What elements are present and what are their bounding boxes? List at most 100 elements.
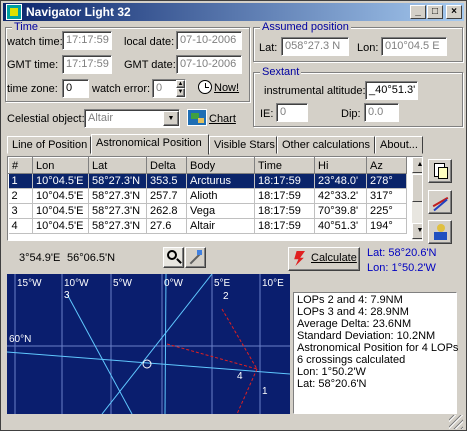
copy-report-button[interactable] <box>428 159 452 183</box>
gmt-time-field[interactable]: 17:17:59 <box>62 55 112 74</box>
col-time[interactable]: Time <box>254 157 315 174</box>
watch-error-value: 0 <box>156 82 163 94</box>
wizard-button[interactable] <box>428 220 452 244</box>
tab-line-of-position[interactable]: Line of Position <box>7 136 91 154</box>
cell: 225° <box>366 203 407 219</box>
result-lon: Lon: 1°50.2'W <box>367 262 436 274</box>
lat-label-60n: 60°N <box>9 334 31 345</box>
cell: 58°27.3'N <box>88 173 147 189</box>
result-line: Standard Deviation: 10.2NM <box>297 330 436 342</box>
close-button[interactable]: × <box>446 5 462 19</box>
lon-label-10w: 10°W <box>64 278 89 289</box>
tab-about[interactable]: About... <box>375 136 423 154</box>
watch-error-up-button[interactable]: ▲ <box>176 80 185 88</box>
cell: 262.8 <box>146 203 187 219</box>
lop-number-2: 2 <box>223 291 229 302</box>
minimize-button[interactable]: _ <box>410 5 426 19</box>
cell: Arcturus <box>186 173 255 189</box>
lop-3 <box>66 293 133 414</box>
result-line: LOPs 2 and 4: 7.9NM <box>297 294 403 306</box>
now-button[interactable]: Now! <box>214 82 239 94</box>
clock-icon[interactable] <box>198 80 212 94</box>
cursor-lat-readout: 56°06.5'N <box>67 252 116 264</box>
tab-visible-stars[interactable]: Visible Stars <box>209 136 277 154</box>
result-line: LOPs 3 and 4: 28.9NM <box>297 306 409 318</box>
map-grid <box>7 274 290 414</box>
zoom-button[interactable] <box>163 247 184 268</box>
position-marker <box>142 359 152 369</box>
table-row[interactable]: 1 10°04.5'E 58°27.3'N 353.5 Arcturus 18:… <box>8 173 407 189</box>
title-bar[interactable]: Navigator Light 32 _ □ × <box>3 3 464 21</box>
local-date-field[interactable]: 07-10-2006 <box>176 31 242 50</box>
table-row[interactable]: 4 10°04.5'E 58°27.3'N 27.6 Altair 18:17:… <box>8 218 407 234</box>
lop-number-3: 3 <box>64 290 70 301</box>
ie-field[interactable]: 0 <box>276 103 308 122</box>
col-delta[interactable]: Delta <box>146 157 187 174</box>
resize-grip[interactable] <box>449 415 463 429</box>
lop-4 <box>164 274 167 414</box>
results-text[interactable]: LOPs 2 and 4: 7.9NM LOPs 3 and 4: 28.9NM… <box>293 292 459 414</box>
lop-table[interactable]: # Lon Lat Delta Body Time Hi Az 1 10°04.… <box>7 156 423 241</box>
gmt-date-field[interactable]: 07-10-2006 <box>176 55 242 74</box>
result-line: Average Delta: 23.6NM <box>297 318 412 330</box>
maximize-button[interactable]: □ <box>427 5 443 19</box>
assumed-position-title: Assumed position <box>260 21 351 33</box>
cell: 3 <box>8 203 33 219</box>
altitude-label: instrumental altitude: <box>264 85 366 97</box>
watch-error-down-button[interactable]: ▼ <box>176 88 185 97</box>
dip-field[interactable]: 0.0 <box>364 103 399 122</box>
tab-astronomical-position[interactable]: Astronomical Position <box>91 134 209 155</box>
lines-of-position <box>7 274 290 414</box>
table-header-row: # Lon Lat Delta Body Time Hi Az <box>8 157 407 174</box>
time-zone-label: time zone: <box>7 83 58 95</box>
col-lat[interactable]: Lat <box>88 157 147 174</box>
col-az[interactable]: Az <box>366 157 407 174</box>
calculate-label: Calculate <box>311 252 357 264</box>
watch-time-field[interactable]: 17:17:59 <box>62 31 112 50</box>
lon-label-0w: 0°W <box>164 278 184 289</box>
cell: 23°48.0' <box>314 173 367 189</box>
measure-button[interactable] <box>185 247 206 268</box>
app-window: Navigator Light 32 _ □ × Time watch time… <box>0 0 467 431</box>
table-row[interactable]: 3 10°04.5'E 58°27.3'N 262.8 Vega 18:17:5… <box>8 203 407 219</box>
time-zone-field[interactable]: 0 <box>62 79 89 98</box>
plot-map[interactable]: 15°W 10°W 5°W 0°W 5°E 10°E 60°N 1 2 3 4 <box>7 274 290 414</box>
result-lat: Lat: 58°20.6'N <box>367 247 437 259</box>
table-scrollbar[interactable]: ▲ ▼ <box>412 157 422 240</box>
result-line: 6 crossings calculated <box>297 354 406 366</box>
lon-label-5e: 5°E <box>214 278 231 289</box>
altitude-field[interactable]: _40°51.3' <box>365 81 418 100</box>
col-number[interactable]: # <box>8 157 33 174</box>
ie-label: IE: <box>260 108 274 120</box>
wizard-icon <box>437 224 445 232</box>
cell: 4 <box>8 218 33 234</box>
col-body[interactable]: Body <box>186 157 255 174</box>
cell: 2 <box>8 188 33 204</box>
local-date-label: local date: <box>124 36 175 48</box>
lop-number-4: 4 <box>237 371 243 382</box>
chevron-down-icon[interactable]: ▼ <box>163 111 179 126</box>
col-hi[interactable]: Hi <box>314 157 367 174</box>
plot-lines-button[interactable] <box>428 190 452 214</box>
tab-other-calculations[interactable]: Other calculations <box>277 136 375 154</box>
col-lon[interactable]: Lon <box>32 157 89 174</box>
cell: 10°04.5'E <box>32 218 89 234</box>
cell: 42°33.2' <box>314 188 367 204</box>
cell: Altair <box>186 218 255 234</box>
calculate-button[interactable]: Calculate <box>288 247 360 271</box>
chart-map-icon[interactable] <box>187 109 207 126</box>
gmt-time-label: GMT time: <box>7 59 59 71</box>
cell: 10°04.5'E <box>32 173 89 189</box>
assumed-lon-field[interactable]: 010°04.5 E <box>381 37 447 56</box>
table-row[interactable]: 2 10°04.5'E 58°27.3'N 257.7 Alioth 18:17… <box>8 188 407 204</box>
assumed-lat-field[interactable]: 058°27.3 N <box>281 37 349 56</box>
solution-segment-3 <box>221 308 258 370</box>
gmt-date-label: GMT date: <box>124 59 176 71</box>
result-line: Astronomical Position for 4 LOPs <box>297 342 459 354</box>
scroll-down-icon[interactable]: ▼ <box>412 223 422 239</box>
assumed-lat-label: Lat: <box>259 42 278 54</box>
cell: 18:17:59 <box>254 203 315 219</box>
chart-button[interactable]: Chart <box>209 113 236 125</box>
scroll-up-icon[interactable]: ▲ <box>412 157 422 173</box>
scroll-thumb[interactable] <box>412 174 422 202</box>
